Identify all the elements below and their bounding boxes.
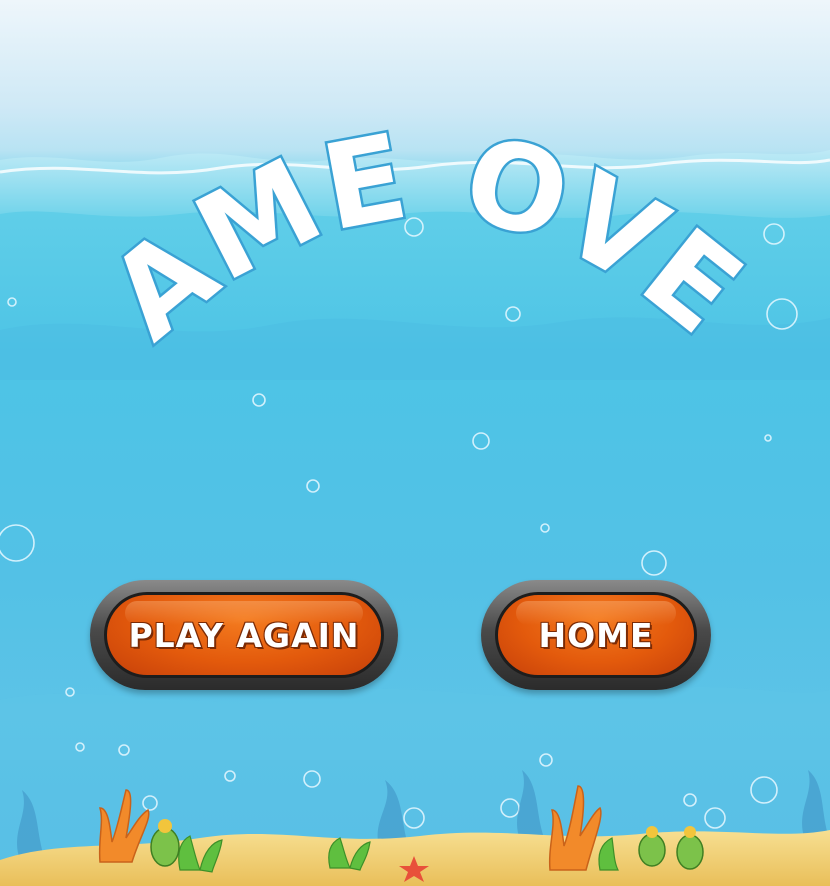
bubble	[500, 798, 520, 818]
bubble	[683, 793, 697, 807]
home-label: HOME	[538, 615, 654, 655]
bubble	[142, 795, 158, 811]
game-over-title: GAME OVER	[0, 0, 769, 368]
bubble	[306, 479, 320, 493]
game-over-scene: GAME OVER PLAY AGAIN HOME	[0, 0, 830, 886]
bubble	[303, 770, 321, 788]
bubble	[750, 776, 778, 804]
bubble	[540, 523, 550, 533]
svg-text:GAME OVER: GAME OVER	[0, 0, 768, 366]
bubble	[641, 550, 667, 576]
play-again-label: PLAY AGAIN	[128, 615, 360, 655]
bubble	[764, 434, 772, 442]
play-again-button[interactable]: PLAY AGAIN	[90, 580, 398, 690]
bubble	[472, 432, 490, 450]
home-button-face[interactable]: HOME	[495, 592, 697, 678]
wave-band	[0, 687, 830, 760]
bubble	[403, 807, 425, 829]
bubble	[0, 524, 35, 562]
play-again-button-face[interactable]: PLAY AGAIN	[104, 592, 384, 678]
game-over-text: GAME OVER	[0, 0, 769, 368]
bubble	[704, 807, 726, 829]
bubble	[224, 770, 236, 782]
home-button[interactable]: HOME	[481, 580, 711, 690]
